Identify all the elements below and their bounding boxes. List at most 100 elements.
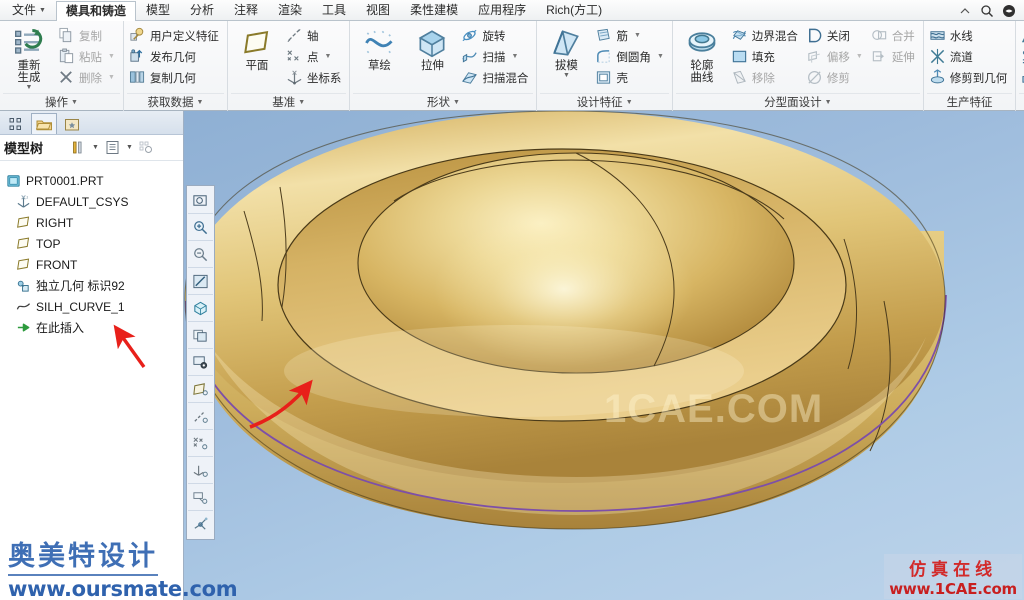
graphics-viewport[interactable]: 1CAE.COM 仿真在线 www.1CAE.com xyxy=(184,111,1024,600)
swept-blend-icon xyxy=(461,69,478,86)
ribbon-button-silhouette-curve[interactable]: 轮廓曲线 xyxy=(676,24,728,86)
ribbon-button-sweep[interactable]: 扫描 ▼ xyxy=(459,46,533,67)
chevron-down-icon[interactable]: ▼ xyxy=(825,99,832,106)
datum-plane-display-icon[interactable] xyxy=(188,376,213,403)
ribbon-button-extrude[interactable]: 拉伸 xyxy=(406,24,458,74)
folder-browser-tab[interactable] xyxy=(31,113,57,134)
tab-5[interactable]: 工具 xyxy=(312,0,356,20)
ribbon-button-shell[interactable]: 壳 xyxy=(593,67,668,88)
chevron-down-icon[interactable]: ▼ xyxy=(626,99,633,106)
ribbon-button-projected-area[interactable]: 投影面积 xyxy=(1019,46,1024,67)
chevron-down-icon[interactable]: ▼ xyxy=(108,74,115,81)
ribbon-button-paste[interactable]: 粘贴 ▼ xyxy=(56,46,120,67)
ribbon-button-rib[interactable]: 筋 ▼ xyxy=(593,25,668,46)
ribbon-button-offset[interactable]: 偏移 ▼ xyxy=(804,46,868,67)
ribbon-button-close-surface[interactable]: 关闭 xyxy=(804,25,868,46)
csys-display-icon[interactable] xyxy=(188,457,213,484)
ribbon-button-copy[interactable]: 复制 xyxy=(56,25,120,46)
ribbon-button-merge[interactable]: 合并 xyxy=(869,25,920,46)
tree-filter-chevron-down-icon[interactable]: ▼ xyxy=(92,144,99,151)
tab-4[interactable]: 渲染 xyxy=(268,0,312,20)
display-style-icon[interactable] xyxy=(188,295,213,322)
boundary-blend-icon xyxy=(731,27,748,44)
ribbon-button-revolve[interactable]: 旋转 xyxy=(459,25,533,46)
chevron-down-icon[interactable]: ▼ xyxy=(108,53,115,60)
tree-settings-icon[interactable] xyxy=(103,138,122,157)
tree-settings-chevron-down-icon[interactable]: ▼ xyxy=(126,144,133,151)
datum-axis-display-icon[interactable] xyxy=(188,403,213,430)
refit-icon[interactable] xyxy=(188,187,213,214)
chevron-down-icon[interactable]: ▼ xyxy=(634,32,641,39)
tab-8[interactable]: 应用程序 xyxy=(468,0,536,20)
tab-6[interactable]: 视图 xyxy=(356,0,400,20)
ribbon-button-extend[interactable]: 延伸 xyxy=(869,46,920,67)
tree-node-csys[interactable]: z DEFAULT_CSYS xyxy=(6,191,183,212)
tab-2[interactable]: 分析 xyxy=(180,0,224,20)
ribbon-button-udf[interactable]: 用户定义特征 xyxy=(127,25,224,46)
ribbon-button-datum-point[interactable]: 点 ▼ xyxy=(284,46,347,67)
ribbon-button-sketch[interactable]: 草绘 xyxy=(353,24,405,74)
tree-search-icon[interactable] xyxy=(137,138,156,157)
regenerate-icon xyxy=(14,26,44,60)
ribbon-button-coordinate-system[interactable]: 坐标系 xyxy=(284,67,347,88)
chevron-down-icon[interactable]: ▼ xyxy=(71,99,78,106)
chevron-down-icon[interactable]: ▼ xyxy=(324,53,331,60)
search-icon[interactable] xyxy=(980,4,994,18)
view-toolbar xyxy=(186,185,215,540)
ribbon-button-waterline[interactable]: 水线 xyxy=(927,25,1013,46)
chevron-down-icon[interactable]: ▼ xyxy=(511,53,518,60)
ribbon-button-swept-blend[interactable]: 扫描混合 xyxy=(459,67,533,88)
tab-9[interactable]: Rich(方工) xyxy=(536,0,612,20)
datum-point-display-icon[interactable] xyxy=(188,430,213,457)
annotation-display-icon[interactable] xyxy=(188,484,213,511)
chevron-down-icon[interactable]: ▼ xyxy=(563,72,570,79)
tree-node-datum-plane[interactable]: TOP xyxy=(6,233,183,254)
tree-node-insert-here[interactable]: 在此插入 xyxy=(6,317,183,338)
model-tree-tab[interactable] xyxy=(3,113,29,134)
spin-center-icon[interactable] xyxy=(188,511,213,538)
ribbon-button-draft[interactable]: 拔模 ▼ xyxy=(540,24,592,81)
chevron-down-icon[interactable]: ▼ xyxy=(657,53,664,60)
chevron-down-icon[interactable]: ▼ xyxy=(26,84,33,91)
ribbon-button-copy-geometry[interactable]: 复制几何 xyxy=(127,67,224,88)
chevron-down-icon[interactable]: ▼ xyxy=(298,99,305,106)
tree-node-independent-geometry[interactable]: 独立几何 标识92 xyxy=(6,275,183,296)
ribbon-button-boundary-blend[interactable]: 边界混合 xyxy=(729,25,803,46)
trim-to-geometry-icon xyxy=(929,69,946,86)
view-manager-icon[interactable] xyxy=(188,349,213,376)
tree-node-datum-plane[interactable]: RIGHT xyxy=(6,212,183,233)
ribbon-button-datum-axis[interactable]: 轴 xyxy=(284,25,347,46)
ribbon-button-delete[interactable]: 删除 ▼ xyxy=(56,67,120,88)
chevron-down-icon[interactable]: ▼ xyxy=(856,53,863,60)
zoom-in-icon[interactable] xyxy=(188,214,213,241)
favorites-tab[interactable] xyxy=(59,113,85,134)
ribbon-button-trim[interactable]: 修剪 xyxy=(804,67,868,88)
ribbon-button-fill[interactable]: 填充 xyxy=(729,46,803,67)
tab-7[interactable]: 柔性建模 xyxy=(400,0,468,20)
ribbon-button-section-thickness[interactable]: 截面厚度 xyxy=(1019,25,1024,46)
tree-node-part[interactable]: PRT0001.PRT xyxy=(6,170,183,191)
repaint-icon[interactable] xyxy=(188,268,213,295)
zoom-out-icon[interactable] xyxy=(188,241,213,268)
help-icon[interactable] xyxy=(1002,4,1016,18)
tab-3[interactable]: 注释 xyxy=(224,0,268,20)
ribbon-button-trim-to-geometry[interactable]: 修剪到几何 xyxy=(927,67,1013,88)
chevron-down-icon[interactable]: ▼ xyxy=(453,99,460,106)
ribbon-button-regenerate[interactable]: 重新生成 ▼ xyxy=(3,24,55,93)
tab-1[interactable]: 模型 xyxy=(136,0,180,20)
tab-0[interactable]: 模具和铸造 xyxy=(55,1,136,21)
tree-filter-icon[interactable] xyxy=(69,138,88,157)
ribbon-button-publish-geometry[interactable]: 发布几何 xyxy=(127,46,224,67)
tab-file[interactable]: 文件 ▼ xyxy=(2,0,56,20)
saved-views-icon[interactable] xyxy=(188,322,213,349)
ribbon-button-runner[interactable]: 流道 xyxy=(927,46,1013,67)
chevron-down-icon[interactable]: ▼ xyxy=(196,99,203,106)
ribbon-button-mold-analysis[interactable]: 模具分析 xyxy=(1019,67,1024,88)
tree-node-curve[interactable]: SILH_CURVE_1 xyxy=(6,296,183,317)
tree-node-datum-plane[interactable]: FRONT xyxy=(6,254,183,275)
ribbon-button-round[interactable]: 倒圆角 ▼ xyxy=(593,46,668,67)
ribbon-button-datum-plane[interactable]: 平面 xyxy=(231,24,283,74)
ribbon-button-remove[interactable]: 移除 xyxy=(729,67,803,88)
minimize-ribbon-icon[interactable] xyxy=(958,4,972,18)
three-d-model-torus-part[interactable] xyxy=(184,111,1024,600)
